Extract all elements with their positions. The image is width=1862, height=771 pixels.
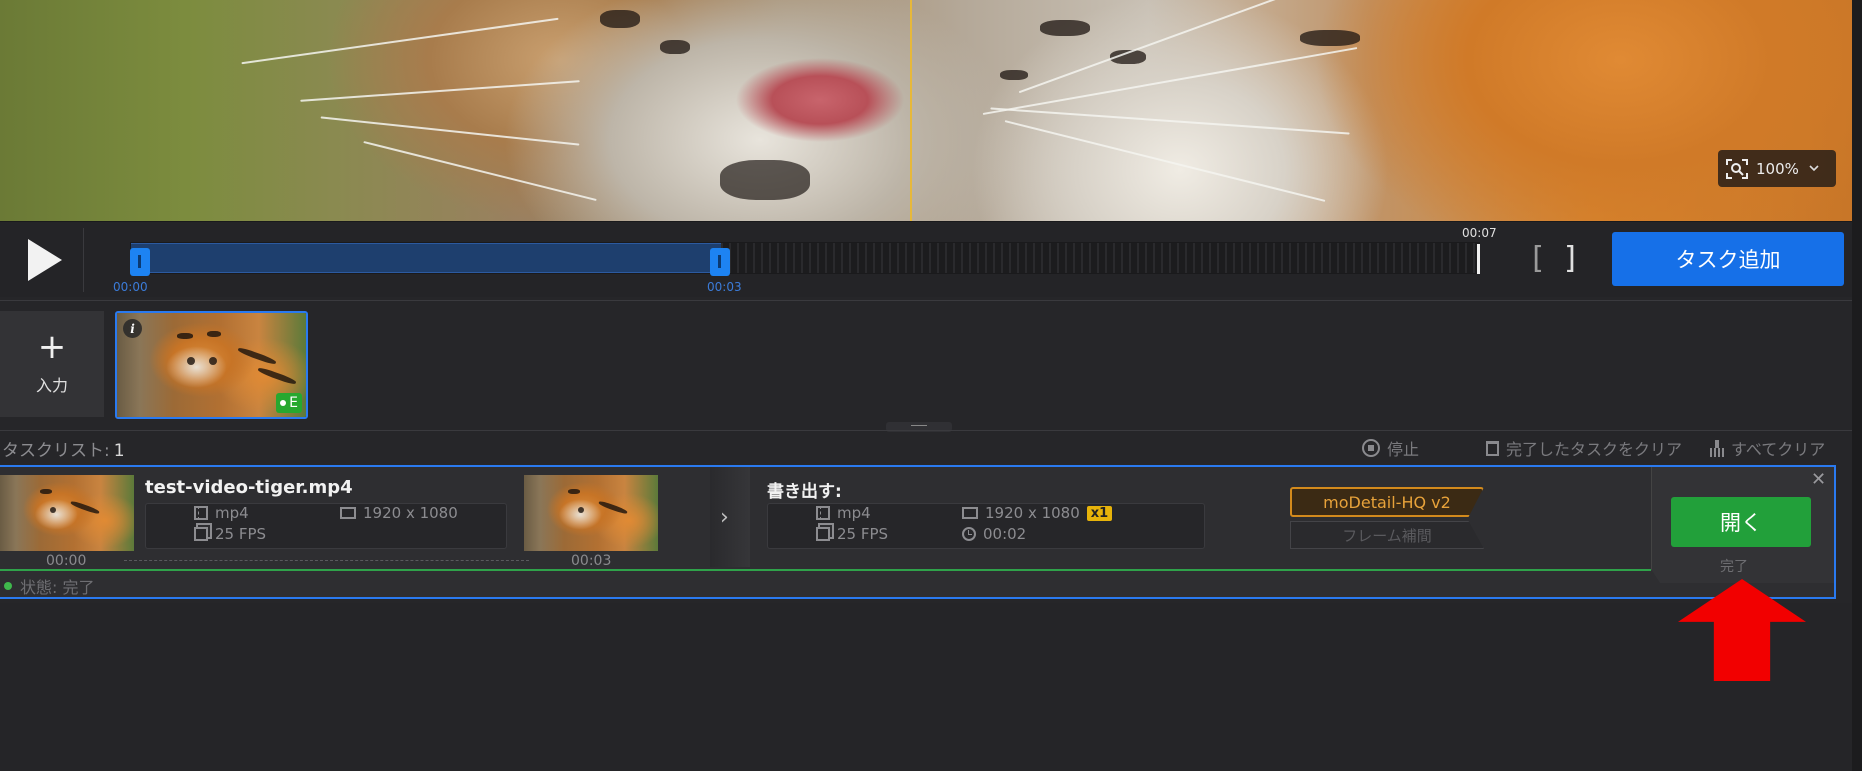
arrow-separator: › xyxy=(710,467,750,567)
zoom-fit-icon xyxy=(1726,158,1748,179)
end-handle[interactable] xyxy=(710,248,730,276)
source-fps-value: 25 FPS xyxy=(215,525,267,543)
window-edge xyxy=(1852,0,1862,771)
start-handle[interactable] xyxy=(130,248,150,276)
source-end-time: 00:03 xyxy=(571,553,612,569)
output-duration: 00:02 xyxy=(962,525,1026,543)
end-time-label: 00:07 xyxy=(1462,226,1497,240)
trash-icon xyxy=(1486,440,1499,456)
media-bar: + 入力 i E xyxy=(0,300,1852,422)
source-resolution: 1920 x 1080 xyxy=(340,504,458,522)
info-icon[interactable]: i xyxy=(123,319,142,338)
source-start-thumbnail xyxy=(0,475,134,551)
play-icon xyxy=(27,239,62,281)
status-text: 状態: 完了 xyxy=(20,578,95,597)
plus-icon: + xyxy=(37,327,67,367)
done-label: 完了 xyxy=(1720,559,1748,575)
output-label: 書き出す: xyxy=(767,482,842,502)
status-dot-icon xyxy=(280,400,287,406)
clear-all-button[interactable]: すべてクリア xyxy=(1710,436,1825,460)
open-button[interactable]: 開く xyxy=(1671,497,1811,547)
zoom-level: 100% xyxy=(1756,159,1799,178)
task-status: 状態: 完了 xyxy=(4,574,94,598)
chevron-right-icon: › xyxy=(720,505,729,530)
source-format-value: mp4 xyxy=(215,504,249,522)
output-format-value: mp4 xyxy=(837,504,871,522)
mid-time-label: 00:03 xyxy=(707,280,742,294)
stop-icon xyxy=(1362,439,1380,457)
playhead[interactable] xyxy=(1477,244,1480,274)
fps-icon xyxy=(194,527,208,541)
fps-icon xyxy=(816,527,830,541)
scale-badge: x1 xyxy=(1086,505,1113,521)
resolution-icon xyxy=(962,507,978,519)
input-button[interactable]: + 入力 xyxy=(0,311,104,417)
media-thumbnail[interactable]: i E xyxy=(115,311,308,419)
resolution-icon xyxy=(340,507,356,519)
timeline-bar: 00:00 00:03 00:07 [ ] タスク追加 xyxy=(0,221,1852,297)
film-icon xyxy=(816,506,830,520)
app-window: 100% 00:00 00:03 00:07 [ ] タスク追加 + 入力 i … xyxy=(0,0,1862,771)
task-list-title: タスクリスト: 1 xyxy=(2,436,125,461)
output-resolution-value: 1920 x 1080 xyxy=(985,504,1080,522)
output-resolution: 1920 x 1080 x1 xyxy=(962,504,1113,522)
clock-icon xyxy=(962,527,976,541)
status-dot-icon xyxy=(4,582,12,590)
film-icon xyxy=(194,506,208,520)
frame-interpolation-tag[interactable]: フレーム補間 xyxy=(1290,521,1484,549)
source-fps: 25 FPS xyxy=(194,525,266,543)
output-format: mp4 xyxy=(816,504,871,522)
stop-label: 停止 xyxy=(1387,440,1420,459)
preview-split-line[interactable] xyxy=(910,0,912,221)
stop-button[interactable]: 停止 xyxy=(1362,436,1419,460)
enhance-badge: E xyxy=(276,393,302,413)
source-end-thumbnail xyxy=(524,475,658,551)
play-button[interactable] xyxy=(0,228,84,292)
output-duration-value: 00:02 xyxy=(983,525,1027,543)
progress-line xyxy=(0,569,1651,571)
source-range-line xyxy=(124,560,529,561)
zoom-control[interactable]: 100% xyxy=(1718,150,1836,187)
task-list-title-text: タスクリスト: xyxy=(2,441,110,461)
source-resolution-value: 1920 x 1080 xyxy=(363,504,458,522)
start-time-label: 00:00 xyxy=(113,280,148,294)
add-task-button[interactable]: タスク追加 xyxy=(1612,232,1844,286)
close-icon[interactable]: ✕ xyxy=(1811,469,1826,490)
source-start-time: 00:00 xyxy=(46,553,87,569)
task-list-empty-area xyxy=(0,603,1852,771)
task-filename: test-video-tiger.mp4 xyxy=(145,477,353,498)
timeline-track[interactable] xyxy=(130,242,1480,274)
chevron-down-icon xyxy=(1809,162,1819,175)
mark-out-icon[interactable]: ] xyxy=(1562,244,1580,274)
input-label: 入力 xyxy=(35,376,68,395)
video-preview[interactable]: 100% xyxy=(0,0,1852,221)
output-fps: 25 FPS xyxy=(816,525,888,543)
badge-label: E xyxy=(289,395,298,411)
task-list-header: タスクリスト: 1 停止 完了したタスクをクリア すべてクリア xyxy=(0,430,1852,461)
model-tag[interactable]: moDetail-HQ v2 xyxy=(1290,487,1484,517)
timeline-selection[interactable] xyxy=(131,243,721,273)
task-count: 1 xyxy=(113,441,125,461)
output-fps-value: 25 FPS xyxy=(837,525,889,543)
clear-all-label: すべてクリア xyxy=(1731,440,1826,459)
source-format: mp4 xyxy=(194,504,249,522)
clear-completed-button[interactable]: 完了したタスクをクリア xyxy=(1486,436,1682,460)
broom-icon xyxy=(1710,439,1724,457)
mark-in-icon[interactable]: [ xyxy=(1528,244,1546,274)
clear-completed-label: 完了したタスクをクリア xyxy=(1506,440,1683,459)
task-row[interactable]: 00:00 test-video-tiger.mp4 mp4 1920 x 10… xyxy=(0,465,1836,599)
